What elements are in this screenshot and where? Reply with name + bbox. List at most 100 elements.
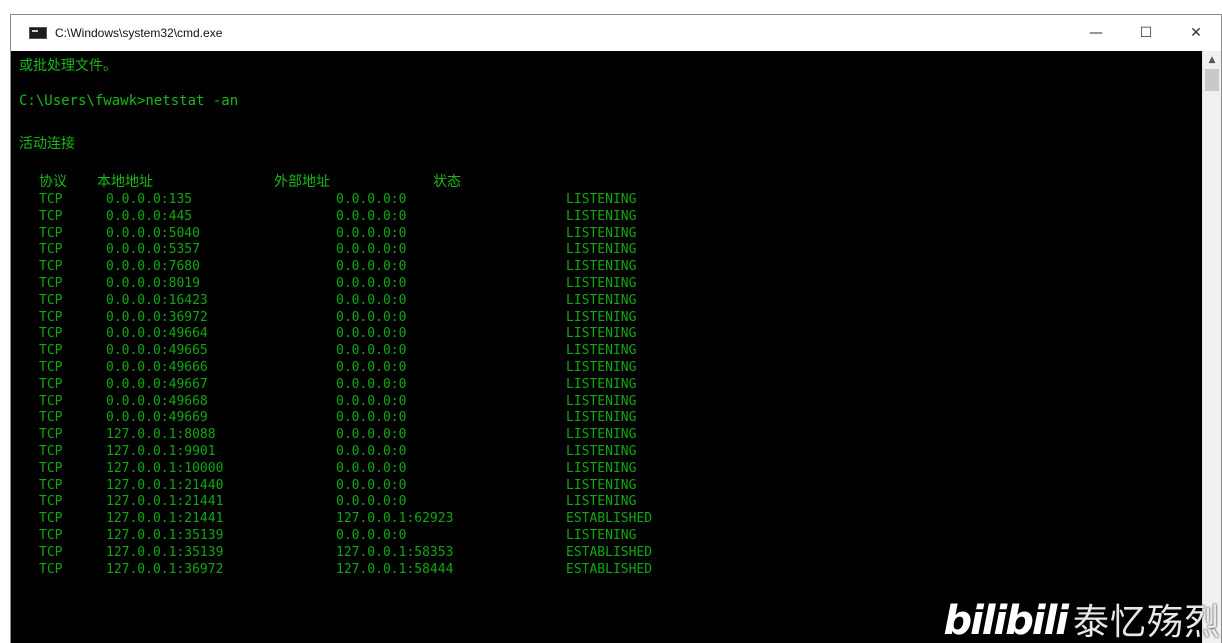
cell-state: LISTENING [566,444,637,459]
cell-local-address: 127.0.0.1:36972 [106,561,224,577]
cell-foreign-address: 0.0.0.0:0 [336,259,407,275]
table-row: TCP 0.0.0.0:49665 0.0.0.0:0 LISTENING [11,343,1204,359]
cell-local-address: 0.0.0.0:49669 [106,410,208,426]
table-row: TCP 127.0.0.1:35139 0.0.0.0:0 LISTENING [11,528,1204,544]
table-row: TCP 127.0.0.1:21440 0.0.0.0:0 LISTENING [11,478,1204,494]
cell-local-address: 0.0.0.0:49666 [106,360,208,375]
table-row: TCP 127.0.0.1:8088 0.0.0.0:0 LISTENING [11,427,1204,443]
cell-proto: TCP [39,343,63,359]
vertical-scrollbar[interactable]: ▲ [1202,51,1221,643]
table-row: TCP 0.0.0.0:8019 0.0.0.0:0 LISTENING [11,276,1204,292]
command-prompt-line: C:\Users\fwawk>netstat -an [19,93,239,109]
cell-proto: TCP [39,494,63,510]
watermark-author: 泰忆殇烈 [1072,602,1221,643]
cell-proto: TCP [39,225,63,241]
title-bar[interactable]: C:\Windows\system32\cmd.exe — ☐ ✕ [11,15,1221,51]
cell-proto: TCP [39,410,63,426]
cell-state: LISTENING [566,343,637,359]
cell-state: LISTENING [566,292,637,308]
cell-proto: TCP [39,511,63,527]
table-row: TCP 127.0.0.1:21441 127.0.0.1:62923 ESTABLI… [11,511,1204,527]
cell-state: LISTENING [566,393,637,409]
cell-proto: TCP [39,376,63,392]
cell-local-address: 127.0.0.1:21441 [106,511,224,527]
cell-state: LISTENING [566,259,637,275]
header-proto: 协议 [39,174,67,190]
cell-state: LISTENING [566,208,637,224]
cell-state: LISTENING [566,326,637,342]
minimize-button[interactable]: — [1071,15,1121,51]
cell-state: LISTENING [566,276,637,291]
table-row: TCP 0.0.0.0:49664 0.0.0.0:0 LISTENING [11,326,1204,342]
cell-foreign-address: 0.0.0.0:0 [336,343,407,359]
cell-state: LISTENING [566,494,637,510]
cell-proto: TCP [39,427,63,443]
cell-local-address: 0.0.0.0:7680 [106,259,200,275]
scroll-thumb[interactable] [1205,69,1219,91]
cell-state: LISTENING [566,376,637,392]
cell-local-address: 127.0.0.1:8088 [106,427,216,443]
cell-local-address: 0.0.0.0:16423 [106,292,208,308]
table-row: TCP 0.0.0.0:49667 0.0.0.0:0 LISTENING [11,377,1204,393]
cell-local-address: 127.0.0.1:35139 [106,544,224,560]
table-row: TCP 0.0.0.0:7680 0.0.0.0:0 LISTENING [11,259,1204,275]
cell-foreign-address: 0.0.0.0:0 [336,393,407,409]
cell-foreign-address: 0.0.0.0:0 [336,360,407,375]
table-row: TCP 127.0.0.1:36972 127.0.0.1:58444 ESTABLI… [11,562,1204,578]
watermark: bilibili 泰忆殇烈 [943,587,1221,643]
scroll-up-arrow-icon[interactable]: ▲ [1203,51,1221,68]
cell-foreign-address: 127.0.0.1:58444 [336,561,454,577]
cell-local-address: 127.0.0.1:21441 [106,494,224,510]
cell-state: ESTABLISHED [566,561,653,577]
cell-local-address: 127.0.0.1:10000 [106,460,224,476]
table-row: TCP 0.0.0.0:49669 0.0.0.0:0 LISTENING [11,410,1204,426]
cell-proto: TCP [39,208,63,224]
cell-state: LISTENING [566,528,637,543]
cell-state: LISTENING [566,427,637,443]
header-local-address: 本地地址 [97,174,153,190]
window-title: C:\Windows\system32\cmd.exe [55,26,223,40]
cell-proto: TCP [39,259,63,275]
cell-proto: TCP [39,544,63,560]
table-row: TCP 0.0.0.0:5357 0.0.0.0:0 LISTENING [11,242,1204,258]
cell-foreign-address: 0.0.0.0:0 [336,292,407,308]
table-row: TCP 127.0.0.1:21441 0.0.0.0:0 LISTENING [11,494,1204,510]
table-row: TCP 0.0.0.0:135 0.0.0.0:0 LISTENING [11,192,1204,208]
table-row: TCP 127.0.0.1:10000 0.0.0.0:0 LISTENING [11,461,1204,477]
cell-proto: TCP [39,292,63,308]
cell-proto: TCP [39,528,63,543]
cell-state: LISTENING [566,477,637,493]
window-controls: — ☐ ✕ [1071,15,1221,51]
cell-local-address: 127.0.0.1:35139 [106,528,224,543]
cell-state: LISTENING [566,225,637,241]
cell-proto: TCP [39,444,63,459]
cell-state: ESTABLISHED [566,511,653,527]
console-app-icon[interactable] [29,27,47,39]
cell-foreign-address: 0.0.0.0:0 [336,376,407,392]
table-row: TCP 127.0.0.1:9901 0.0.0.0:0 LISTENING [11,444,1204,460]
maximize-button[interactable]: ☐ [1121,15,1171,51]
cell-foreign-address: 0.0.0.0:0 [336,477,407,493]
cell-proto: TCP [39,561,63,577]
table-row: TCP 0.0.0.0:5040 0.0.0.0:0 LISTENING [11,226,1204,242]
active-connections-heading: 活动连接 [19,136,75,152]
cell-local-address: 0.0.0.0:8019 [106,276,200,291]
cell-state: LISTENING [566,242,637,258]
cell-proto: TCP [39,460,63,476]
close-button[interactable]: ✕ [1171,15,1221,51]
netstat-table-header: 协议 本地地址 外部地址 状态 [11,171,1204,190]
cell-foreign-address: 0.0.0.0:0 [336,528,407,543]
cell-foreign-address: 0.0.0.0:0 [336,225,407,241]
cell-proto: TCP [39,276,63,291]
top-cropped-strip [0,0,1222,12]
cell-state: ESTABLISHED [566,544,653,560]
cell-state: LISTENING [566,410,637,426]
console-output[interactable]: 或批处理文件。 C:\Users\fwawk>netstat -an 活动连接 … [11,51,1204,643]
table-row: TCP 0.0.0.0:16423 0.0.0.0:0 LISTENING [11,293,1204,309]
cell-local-address: 127.0.0.1:9901 [106,444,216,459]
cell-foreign-address: 0.0.0.0:0 [336,326,407,342]
cell-state: LISTENING [566,309,637,325]
header-state: 状态 [433,174,461,190]
cell-foreign-address: 0.0.0.0:0 [336,410,407,426]
cell-state: LISTENING [566,460,637,476]
